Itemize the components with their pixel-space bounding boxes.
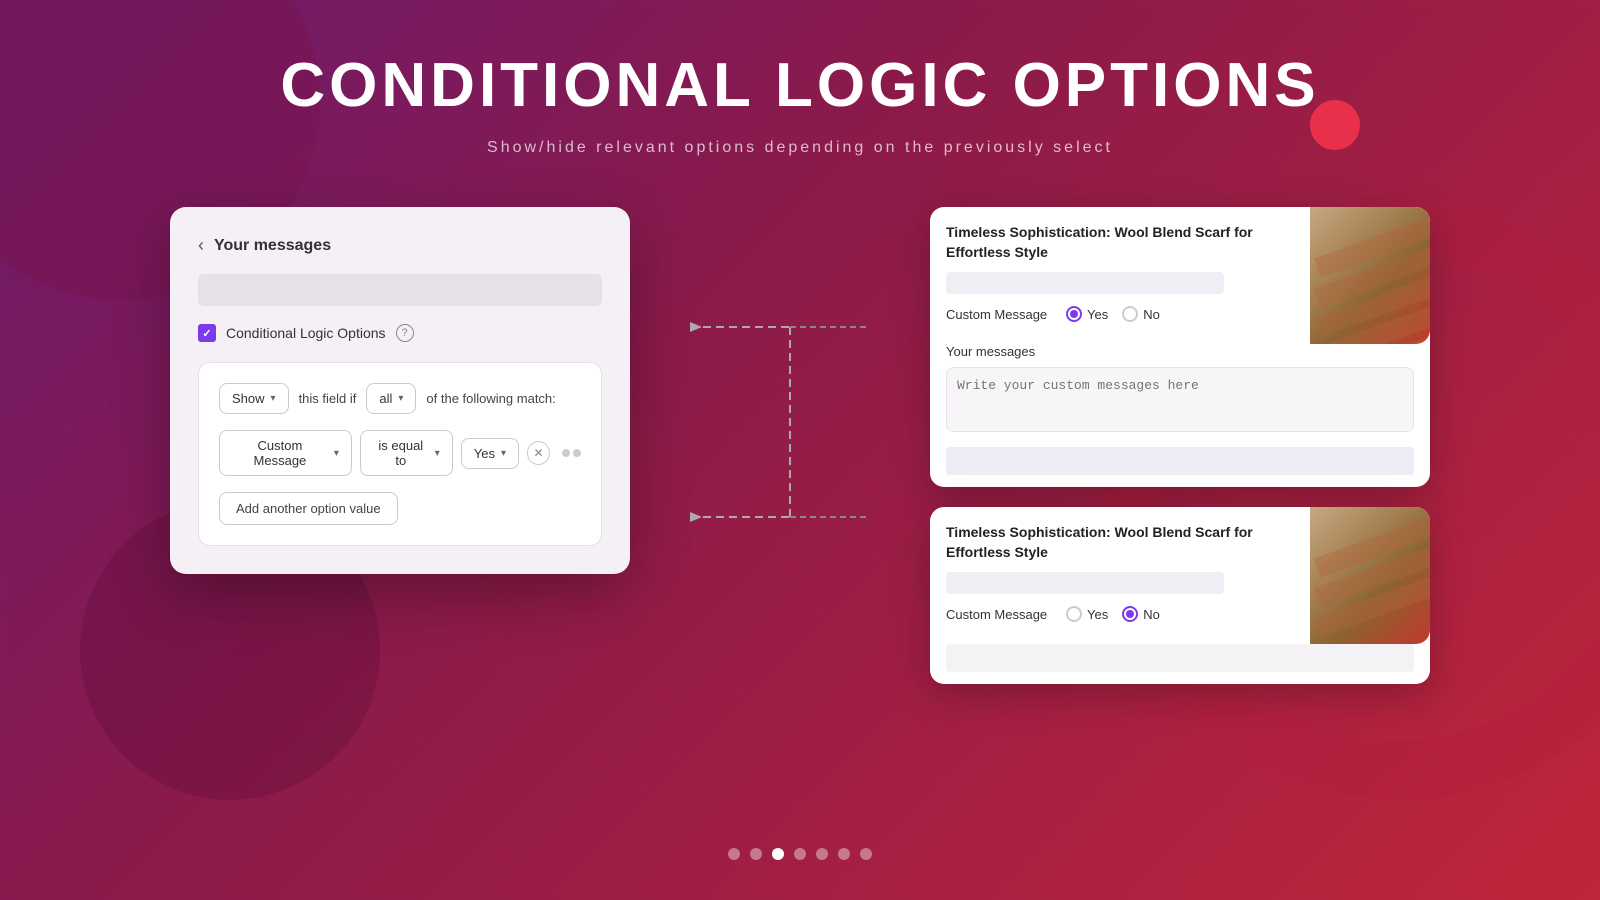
add-option-button[interactable]: Add another option value xyxy=(219,492,398,525)
condition-row-1: Show ▾ this field if all ▾ of the follow… xyxy=(219,383,581,414)
radio-yes-item[interactable]: Yes xyxy=(1066,306,1108,322)
page-subtitle: Show/hide relevant options depending on … xyxy=(487,139,1113,157)
radio-yes-label: Yes xyxy=(1087,307,1108,322)
custom-msg-row-top: Custom Message Yes No xyxy=(946,306,1294,322)
product-title-top: Timeless Sophistication: Wool Blend Scar… xyxy=(946,223,1294,262)
left-config-card: ‹ Your messages Conditional Logic Option… xyxy=(170,207,630,574)
back-arrow-icon[interactable]: ‹ xyxy=(198,235,204,256)
is-equal-to-dropdown[interactable]: is equal to ▾ xyxy=(360,430,453,476)
remove-condition-button[interactable]: ✕ xyxy=(527,441,550,465)
product-info-bottom: Timeless Sophistication: Wool Blend Scar… xyxy=(930,507,1310,644)
chevron-down-icon-4: ▾ xyxy=(435,448,440,459)
product-title-bottom: Timeless Sophistication: Wool Blend Scar… xyxy=(946,523,1294,562)
card-title: Your messages xyxy=(214,237,331,255)
product-price-bar-top xyxy=(946,272,1224,294)
custom-message-dropdown[interactable]: Custom Message ▾ xyxy=(219,430,352,476)
radio-yes-label-bottom: Yes xyxy=(1087,607,1108,622)
product-card-bottom-top: Timeless Sophistication: Wool Blend Scar… xyxy=(930,507,1430,644)
product-image-bottom xyxy=(1310,507,1430,644)
dot-1[interactable] xyxy=(728,848,740,860)
messages-textarea[interactable] xyxy=(946,367,1414,432)
yes-dropdown[interactable]: Yes ▾ xyxy=(461,438,519,469)
help-icon[interactable]: ? xyxy=(396,324,414,342)
card-input-placeholder-bar xyxy=(198,274,602,306)
radio-no-label-bottom: No xyxy=(1143,607,1160,622)
this-field-if-label: this field if xyxy=(299,391,357,406)
of-following-match-label: of the following match: xyxy=(426,391,555,406)
your-messages-section: Your messages xyxy=(930,344,1430,447)
dot-5[interactable] xyxy=(816,848,828,860)
dot-2[interactable] xyxy=(750,848,762,860)
right-cards-container: Timeless Sophistication: Wool Blend Scar… xyxy=(930,207,1430,684)
chevron-down-icon-3: ▾ xyxy=(334,448,339,459)
custom-msg-row-bottom: Custom Message Yes No xyxy=(946,606,1294,622)
radio-yes-dot xyxy=(1066,306,1082,322)
radio-yes-item-bottom[interactable]: Yes xyxy=(1066,606,1108,622)
product-card-no: Timeless Sophistication: Wool Blend Scar… xyxy=(930,507,1430,684)
show-dropdown[interactable]: Show ▾ xyxy=(219,383,289,414)
radio-group-bottom: Yes No xyxy=(1066,606,1160,622)
product-info-top: Timeless Sophistication: Wool Blend Scar… xyxy=(930,207,1310,344)
product-card-yes: Timeless Sophistication: Wool Blend Scar… xyxy=(930,207,1430,487)
all-dropdown[interactable]: all ▾ xyxy=(366,383,416,414)
product-card-top: Timeless Sophistication: Wool Blend Scar… xyxy=(930,207,1430,344)
chevron-down-icon-5: ▾ xyxy=(501,448,506,459)
product-bottom-bar-bottom xyxy=(946,644,1414,672)
checkbox-label: Conditional Logic Options xyxy=(226,325,386,341)
radio-no-item-bottom[interactable]: No xyxy=(1122,606,1160,622)
dot-7[interactable] xyxy=(860,848,872,860)
your-messages-label: Your messages xyxy=(946,344,1414,359)
custom-msg-label-top: Custom Message xyxy=(946,307,1056,322)
connector-svg xyxy=(690,207,870,607)
chevron-down-icon: ▾ xyxy=(271,393,276,404)
connector-dot xyxy=(562,449,570,457)
custom-msg-label-bottom: Custom Message xyxy=(946,607,1056,622)
dot-4[interactable] xyxy=(794,848,806,860)
conditional-logic-checkbox[interactable] xyxy=(198,324,216,342)
radio-no-dot xyxy=(1122,306,1138,322)
radio-no-label: No xyxy=(1143,307,1160,322)
scarf-texture-bottom xyxy=(1310,507,1430,644)
radio-group-top: Yes No xyxy=(1066,306,1160,322)
condition-row-2: Custom Message ▾ is equal to ▾ Yes ▾ ✕ xyxy=(219,430,581,476)
product-bottom-bar-top xyxy=(946,447,1414,475)
page-title: CONDITIONAL LOGIC OPTIONS xyxy=(280,50,1319,121)
main-layout: ‹ Your messages Conditional Logic Option… xyxy=(100,207,1500,684)
radio-yes-dot-bottom xyxy=(1066,606,1082,622)
carousel-dots xyxy=(728,848,872,860)
radio-no-item[interactable]: No xyxy=(1122,306,1160,322)
connector-dot xyxy=(573,449,581,457)
product-price-bar-bottom xyxy=(946,572,1224,594)
checkbox-row: Conditional Logic Options ? xyxy=(198,324,602,342)
connector-area xyxy=(690,207,870,607)
chevron-down-icon-2: ▾ xyxy=(398,393,403,404)
radio-no-dot-bottom xyxy=(1122,606,1138,622)
scarf-texture xyxy=(1310,207,1430,344)
card-header: ‹ Your messages xyxy=(198,235,602,256)
product-image-top xyxy=(1310,207,1430,344)
dot-6[interactable] xyxy=(838,848,850,860)
dot-3-active[interactable] xyxy=(772,848,784,860)
conditions-box: Show ▾ this field if all ▾ of the follow… xyxy=(198,362,602,546)
